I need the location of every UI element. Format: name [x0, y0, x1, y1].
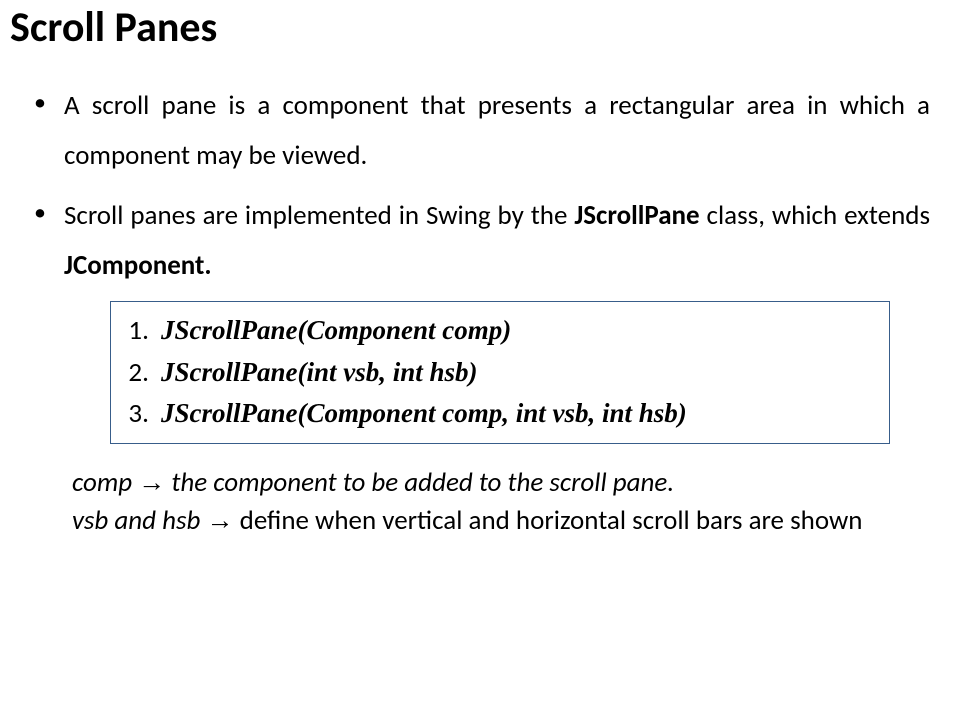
bullet2-bold1: JScrollPane [574, 199, 699, 232]
constructor-1: JScrollPane(Component comp) [155, 310, 879, 352]
constructor-2: JScrollPane(int vsb, int hsb) [155, 352, 879, 394]
bullet2-bold2: JComponent. [64, 249, 212, 282]
page-title: Scroll Panes [10, 2, 930, 53]
note1-rest: the component to be added to the scroll … [165, 466, 674, 499]
bullet2-pre: Scroll panes are implemented in Swing by… [64, 199, 574, 232]
note2-rest: define when vertical and horizontal scro… [234, 504, 863, 537]
constructor-box: JScrollPane(Component comp) JScrollPane(… [110, 301, 890, 445]
bullet-item-2: Scroll panes are implemented in Swing by… [64, 191, 930, 291]
constructor-3: JScrollPane(Component comp, int vsb, int… [155, 393, 879, 435]
notes-block: comp → the component to be added to the … [72, 464, 900, 540]
note2-term: vsb and hsb [72, 504, 207, 537]
slide: Scroll Panes A scroll pane is a componen… [0, 2, 960, 720]
note1-term: comp [72, 466, 138, 499]
constructor-list: JScrollPane(Component comp) JScrollPane(… [121, 310, 879, 436]
arrow-icon: → [138, 467, 165, 497]
bullet2-mid: class, which extends [700, 199, 930, 232]
note-line-2: vsb and hsb → define when vertical and h… [72, 502, 900, 540]
bullet-list: A scroll pane is a component that presen… [30, 81, 930, 291]
note-line-1: comp → the component to be added to the … [72, 464, 900, 502]
bullet-item-1: A scroll pane is a component that presen… [64, 81, 930, 181]
arrow-icon: → [207, 505, 234, 535]
